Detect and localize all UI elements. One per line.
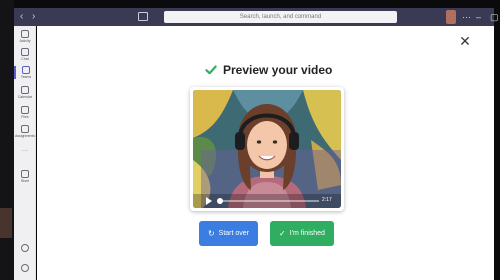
start-over-label: Start over bbox=[218, 230, 250, 237]
title-row: Preview your video bbox=[205, 62, 332, 78]
page-title: Preview your video bbox=[223, 63, 333, 77]
settings-button[interactable] bbox=[14, 264, 36, 272]
compose-icon[interactable] bbox=[138, 12, 148, 21]
store-icon bbox=[21, 170, 29, 178]
start-over-button[interactable]: ↻ Start over bbox=[199, 221, 258, 246]
rail-item-label: Teams bbox=[20, 75, 32, 79]
rail-item-label: Files bbox=[21, 115, 29, 119]
app-rail: Activity Chat Teams Calendar Files Assig… bbox=[14, 26, 36, 280]
person-check-icon: ✓ bbox=[279, 228, 286, 238]
rail-item-label: Store bbox=[20, 179, 30, 183]
calendar-icon bbox=[21, 86, 29, 94]
rail-item-chat[interactable]: Chat bbox=[14, 48, 36, 61]
video-player[interactable]: 2:17 bbox=[193, 90, 341, 208]
rail-item-teams[interactable]: Teams bbox=[14, 66, 36, 79]
check-icon bbox=[205, 65, 217, 75]
rail-item-files[interactable]: Files bbox=[14, 106, 36, 119]
play-icon[interactable] bbox=[206, 197, 212, 205]
rail-item-store[interactable]: Store bbox=[14, 170, 36, 183]
background-thumbnail bbox=[0, 208, 12, 238]
title-bar: ‹ › Search, launch, and command ··· – ▢ … bbox=[14, 8, 499, 26]
rail-item-label: Assignments bbox=[14, 134, 36, 138]
search-input[interactable]: Search, launch, and command bbox=[164, 11, 397, 23]
preview-dialog: ✕ Preview your video 2:17 ↻ Start over ✓… bbox=[37, 26, 494, 280]
more-options-button[interactable]: ··· bbox=[462, 10, 471, 24]
rail-item-label: Chat bbox=[21, 57, 29, 61]
assignment-icon bbox=[21, 125, 29, 133]
bell-icon bbox=[21, 30, 29, 38]
player-controls: 2:17 bbox=[193, 194, 341, 208]
refresh-icon: ↻ bbox=[207, 228, 215, 238]
avatar[interactable] bbox=[446, 10, 456, 24]
finished-label: I'm finished bbox=[289, 230, 325, 237]
more-icon: ··· bbox=[22, 148, 28, 154]
video-duration: 2:17 bbox=[322, 197, 332, 203]
maximize-button[interactable]: ▢ bbox=[490, 10, 499, 24]
gear-icon bbox=[21, 264, 29, 272]
forward-button[interactable]: › bbox=[32, 11, 35, 23]
rail-item-label: Calendar bbox=[17, 95, 33, 99]
teams-icon bbox=[22, 66, 30, 74]
rail-item-assignments[interactable]: Assignments bbox=[14, 125, 36, 138]
rail-item-activity[interactable]: Activity bbox=[14, 30, 36, 43]
help-icon bbox=[21, 244, 29, 252]
scrub-track[interactable] bbox=[219, 200, 319, 202]
desktop-background bbox=[0, 0, 14, 280]
minimize-button[interactable]: – bbox=[476, 10, 481, 24]
app-window: ‹ › Search, launch, and command ··· – ▢ … bbox=[0, 0, 500, 280]
scrub-handle[interactable] bbox=[217, 198, 223, 204]
back-button[interactable]: ‹ bbox=[20, 11, 23, 23]
chat-icon bbox=[21, 48, 29, 56]
file-icon bbox=[21, 106, 29, 114]
rail-item-calendar[interactable]: Calendar bbox=[14, 86, 36, 99]
rail-item-label: Activity bbox=[19, 39, 31, 43]
video-frame bbox=[193, 90, 341, 208]
close-icon[interactable]: ✕ bbox=[458, 34, 472, 48]
rail-item-more[interactable]: ··· bbox=[14, 148, 36, 154]
video-card: 2:17 bbox=[190, 87, 344, 211]
finished-button[interactable]: ✓ I'm finished bbox=[270, 221, 334, 246]
help-button[interactable] bbox=[14, 244, 36, 252]
